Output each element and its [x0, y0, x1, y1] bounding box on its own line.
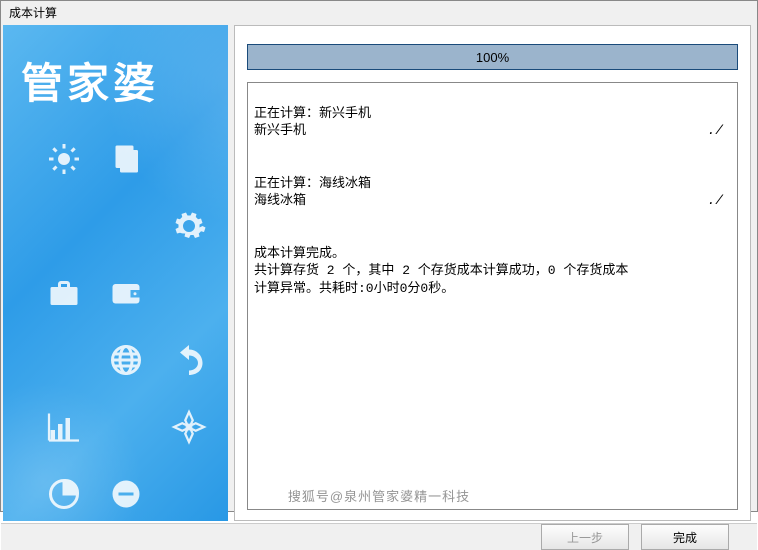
- gear-icon: [158, 198, 220, 253]
- main-panel: 100% 正在计算：新兴手机 新兴手机 ./ 正在计算：海线冰箱 海线冰箱 ./ 成…: [234, 25, 751, 521]
- sidebar: 管家婆: [3, 25, 228, 521]
- log-line: 新兴手机: [254, 122, 306, 140]
- empty-cell-6: [95, 399, 157, 454]
- window-title: 成本计算: [1, 1, 757, 23]
- pie-chart-icon: [33, 466, 95, 521]
- cost-calc-window: 成本计算 管家婆: [0, 0, 758, 512]
- sun-icon: [33, 131, 95, 186]
- empty-cell-4: [158, 265, 220, 320]
- progress-bar: 100%: [247, 44, 738, 70]
- log-line: 计算异常。共耗时:0小时0分0秒。: [254, 281, 454, 296]
- empty-cell-1: [158, 131, 220, 186]
- log-line: 正在计算：海线冰箱: [254, 176, 371, 191]
- log-line: 海线冰箱: [254, 192, 306, 210]
- minus-circle-icon: [95, 466, 157, 521]
- content-area: 管家婆: [1, 23, 757, 523]
- empty-cell-2: [33, 198, 95, 253]
- empty-cell-5: [33, 332, 95, 387]
- globe-icon: [95, 332, 157, 387]
- log-output[interactable]: 正在计算：新兴手机 新兴手机 ./ 正在计算：海线冰箱 海线冰箱 ./ 成本计算完成…: [247, 82, 738, 510]
- empty-cell-3: [95, 198, 157, 253]
- progress-label: 100%: [476, 50, 509, 65]
- finish-button[interactable]: 完成: [641, 524, 729, 550]
- log-line: 正在计算：新兴手机: [254, 106, 371, 121]
- brand-logo: 管家婆: [3, 25, 228, 121]
- log-line: 共计算存货 2 个，其中 2 个存货成本计算成功，0 个存货成本: [254, 263, 628, 278]
- briefcase-icon: [33, 265, 95, 320]
- log-line: 成本计算完成。: [254, 246, 345, 261]
- bar-chart-icon: [33, 399, 95, 454]
- undo-icon: [158, 332, 220, 387]
- icon-grid: [3, 121, 228, 521]
- wallet-icon: [95, 265, 157, 320]
- prev-button[interactable]: 上一步: [541, 524, 629, 550]
- files-icon: [95, 131, 157, 186]
- star-icon: [158, 399, 220, 454]
- checkmark-icon: ./: [707, 192, 731, 210]
- checkmark-icon: ./: [707, 122, 731, 140]
- footer: 上一步 完成: [1, 523, 757, 550]
